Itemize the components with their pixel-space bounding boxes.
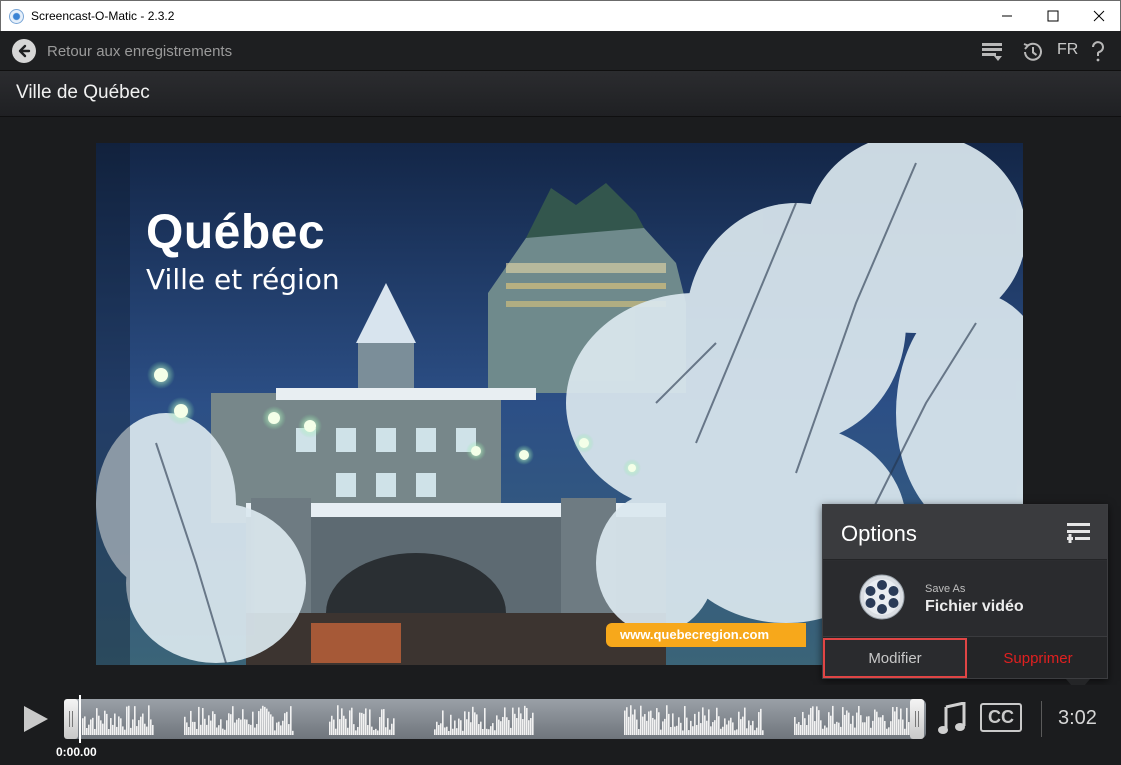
trim-end-handle[interactable] bbox=[910, 699, 924, 739]
play-icon bbox=[24, 706, 48, 732]
current-time: 0:00.00 bbox=[56, 745, 97, 759]
maximize-icon bbox=[1047, 10, 1059, 22]
save-as-label: Save As bbox=[925, 583, 966, 595]
audio-waveform bbox=[82, 705, 914, 735]
video-headline: Québec bbox=[146, 206, 326, 259]
video-subheadline: Ville et région bbox=[146, 263, 340, 296]
back-label: Retour aux enregistrements bbox=[47, 42, 233, 60]
delete-button[interactable]: Supprimer bbox=[969, 638, 1107, 678]
play-button[interactable] bbox=[22, 704, 50, 739]
minimize-button[interactable] bbox=[984, 1, 1030, 31]
close-icon bbox=[1093, 10, 1105, 22]
history-icon[interactable] bbox=[1020, 40, 1044, 64]
window-title: Screencast-O-Matic - 2.3.2 bbox=[31, 9, 175, 23]
duration-label: 3:02 bbox=[1058, 707, 1097, 729]
recording-title: Ville de Québec bbox=[16, 82, 150, 103]
app-toolbar: Retour aux enregistrements FR bbox=[0, 31, 1121, 71]
captions-button[interactable]: CC bbox=[980, 703, 1022, 732]
modify-button[interactable]: Modifier bbox=[823, 638, 967, 678]
close-button[interactable] bbox=[1076, 1, 1121, 31]
recording-title-bar: Ville de Québec bbox=[0, 71, 1121, 117]
film-reel-icon bbox=[859, 574, 905, 620]
options-title: Options bbox=[841, 521, 917, 546]
minimize-icon bbox=[1002, 15, 1012, 17]
back-to-recordings-button[interactable]: Retour aux enregistrements bbox=[12, 39, 232, 63]
app-icon bbox=[9, 9, 24, 24]
options-popup: Options Save As Fichier vidéo Modifier S… bbox=[822, 504, 1108, 679]
options-menu-icon[interactable] bbox=[1066, 521, 1092, 550]
language-selector[interactable]: FR bbox=[1057, 41, 1078, 59]
timeline-track[interactable] bbox=[64, 699, 926, 739]
playhead[interactable] bbox=[79, 695, 81, 743]
video-url-banner: www.quebecregion.com bbox=[606, 623, 806, 647]
help-icon[interactable] bbox=[1086, 40, 1110, 64]
window-titlebar: Screencast-O-Matic - 2.3.2 bbox=[0, 0, 1121, 31]
queue-icon[interactable] bbox=[980, 40, 1004, 64]
save-as-value: Fichier vidéo bbox=[925, 598, 1024, 615]
back-arrow-icon bbox=[12, 39, 36, 63]
player-divider bbox=[1041, 701, 1042, 737]
trim-start-handle[interactable] bbox=[64, 699, 78, 739]
options-header: Options bbox=[823, 505, 1107, 560]
options-actions: Modifier Supprimer bbox=[823, 636, 1107, 678]
save-as-option[interactable]: Save As Fichier vidéo bbox=[823, 561, 1107, 636]
music-note-icon[interactable] bbox=[937, 701, 967, 741]
player-controls: 0:00.00 CC 3:02 bbox=[0, 685, 1121, 765]
maximize-button[interactable] bbox=[1030, 1, 1076, 31]
